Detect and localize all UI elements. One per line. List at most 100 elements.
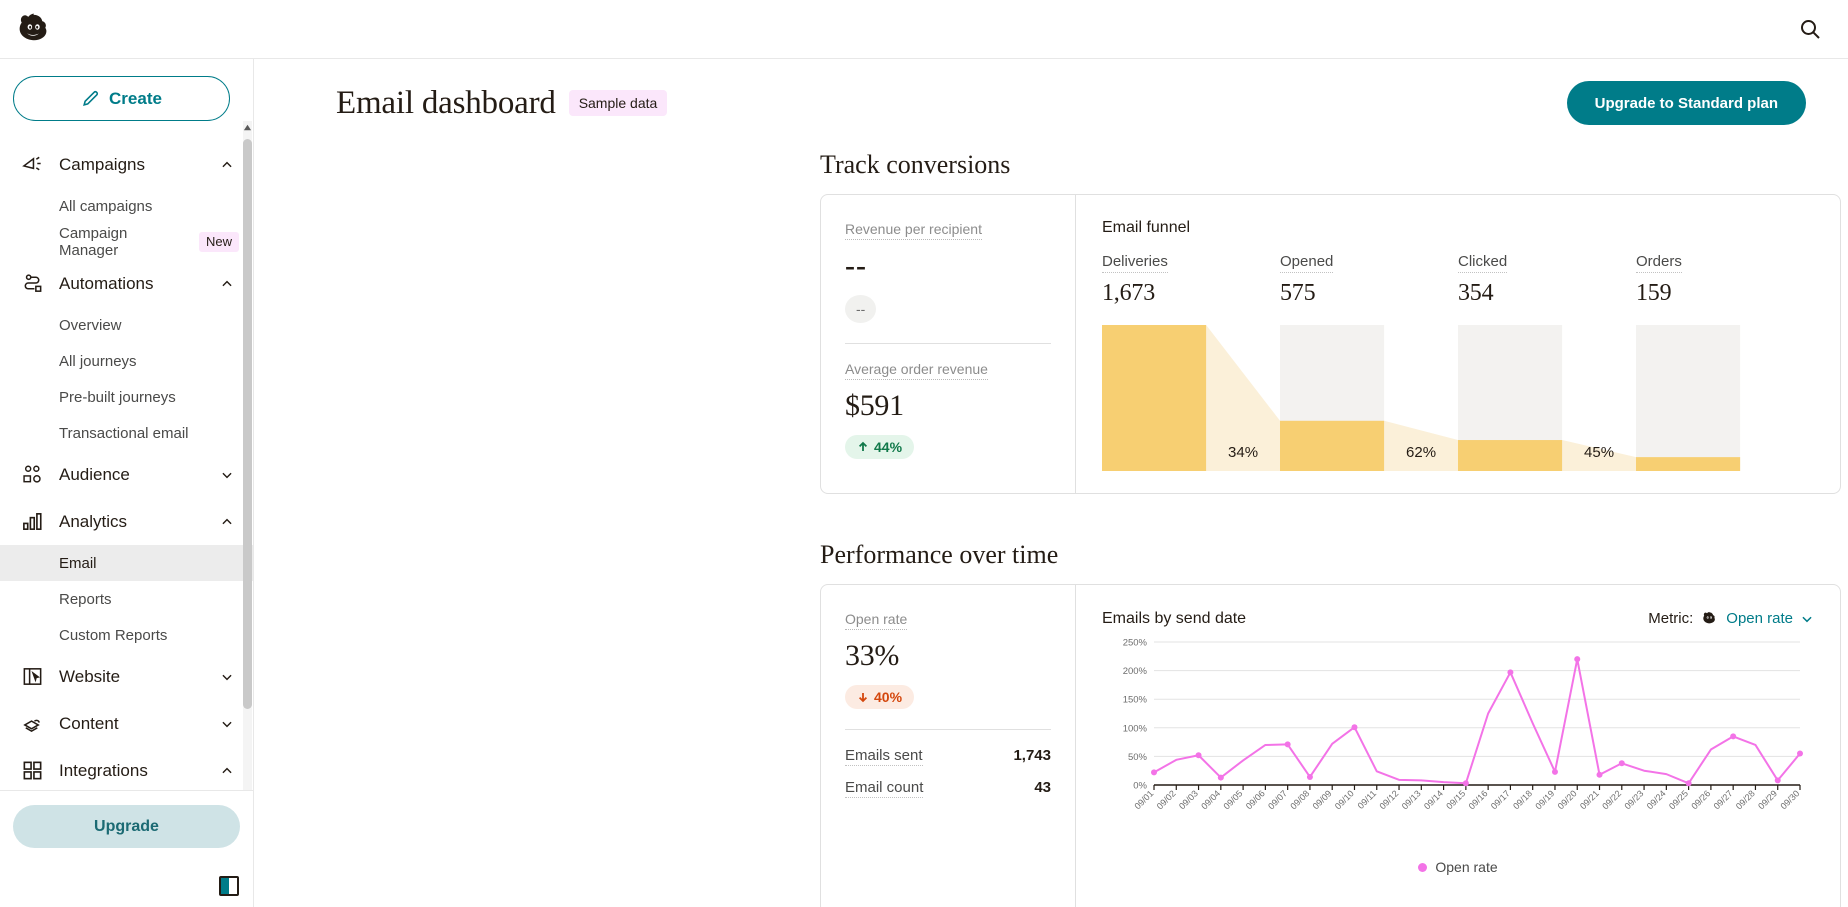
emails-by-send-date-title: Emails by send date — [1102, 609, 1247, 627]
chevron-up-icon — [222, 161, 232, 167]
sidebar-item-campaign-manager[interactable]: Campaign Manager New — [0, 224, 253, 260]
revenue-per-recipient-label: Revenue per recipient — [845, 221, 982, 240]
performance-card: Open rate 33% 40% Emails sent 1,743 Emai… — [820, 584, 1841, 907]
funnel-label-opened: Opened — [1280, 253, 1334, 273]
chevron-down-icon — [222, 472, 232, 478]
content-stack-icon — [20, 711, 45, 736]
average-order-revenue-label: Average order revenue — [845, 361, 988, 380]
sidebar: Create Campaigns All campaigns Campaign … — [0, 59, 254, 907]
sidebar-label-automations: Automations — [59, 273, 154, 293]
funnel-value-orders: 159 — [1636, 280, 1672, 306]
svg-text:09/01: 09/01 — [1132, 788, 1155, 811]
funnel-label-orders: Orders — [1636, 253, 1682, 273]
stat-value-email-count: 43 — [1034, 779, 1051, 796]
data-point — [1774, 777, 1781, 784]
sidebar-label-reports: Reports — [59, 590, 112, 608]
metric-value[interactable]: Open rate — [1726, 610, 1793, 627]
svg-text:09/13: 09/13 — [1400, 788, 1423, 811]
data-point — [1596, 771, 1603, 778]
metric-label: Metric: — [1648, 610, 1694, 627]
sidebar-item-analytics[interactable]: Analytics — [0, 498, 253, 545]
data-point — [1507, 669, 1514, 676]
stat-row-emails-sent: Emails sent 1,743 — [845, 747, 1051, 766]
sidebar-item-pre-built-journeys[interactable]: Pre-built journeys — [0, 379, 253, 415]
chevron-down-icon[interactable] — [1800, 612, 1814, 626]
nav-group-analytics: Analytics Email Reports Custom Reports — [0, 498, 253, 653]
sidebar-item-integrations[interactable]: Integrations — [0, 747, 253, 790]
funnel-value-deliveries: 1,673 — [1102, 280, 1156, 306]
funnel-percent-0: 34% — [1228, 444, 1259, 461]
sidebar-item-custom-reports[interactable]: Custom Reports — [0, 617, 253, 653]
email-funnel-panel: Email funnel Deliveries 1,673 Opened 575… — [1076, 195, 1840, 493]
sidebar-item-automations[interactable]: Automations — [0, 260, 253, 307]
sidebar-label-overview: Overview — [59, 316, 122, 334]
sidebar-item-all-campaigns[interactable]: All campaigns — [0, 188, 253, 224]
sidebar-upgrade-button[interactable]: Upgrade — [13, 805, 240, 848]
metrics-divider — [845, 343, 1051, 344]
data-point — [1217, 774, 1224, 781]
stat-value-emails-sent: 1,743 — [1013, 747, 1051, 764]
data-point — [1306, 773, 1313, 780]
svg-text:09/12: 09/12 — [1377, 788, 1400, 811]
funnel-col-clicked: Clicked 354 — [1458, 253, 1636, 307]
sidebar-item-content[interactable]: Content — [0, 700, 253, 747]
pencil-icon — [83, 90, 99, 106]
funnel-col-opened: Opened 575 — [1280, 253, 1458, 307]
sidebar-label-email: Email — [59, 554, 97, 572]
arrow-down-icon — [858, 693, 868, 703]
data-point — [1551, 768, 1558, 775]
panel-collapse-toggle[interactable] — [219, 876, 239, 896]
funnel-label-deliveries: Deliveries — [1102, 253, 1168, 273]
funnel-col-orders: Orders 159 — [1636, 253, 1814, 307]
mailchimp-logo[interactable] — [12, 7, 56, 51]
data-point — [1730, 733, 1737, 740]
chart-legend: Open rate — [1102, 859, 1814, 875]
funnel-column-headers: Deliveries 1,673 Opened 575 Clicked 354 … — [1102, 253, 1814, 307]
chevron-down-icon — [222, 721, 232, 727]
chevron-up-icon — [222, 518, 232, 524]
funnel-percent-2: 45% — [1584, 444, 1615, 461]
sidebar-label-audience: Audience — [59, 464, 130, 484]
sidebar-label-transactional-email: Transactional email — [59, 424, 189, 442]
track-conversions-card: Revenue per recipient -- -- Average orde… — [820, 194, 1841, 494]
sidebar-item-overview[interactable]: Overview — [0, 307, 253, 343]
upgrade-to-standard-plan-button[interactable]: Upgrade to Standard plan — [1566, 81, 1806, 125]
window-cursor-icon — [20, 664, 45, 689]
svg-text:09/29: 09/29 — [1756, 788, 1779, 811]
svg-text:09/03: 09/03 — [1177, 788, 1200, 811]
average-order-revenue-change-text: 44% — [874, 439, 903, 455]
scroll-up-arrow[interactable] — [243, 121, 252, 133]
open-rate-line — [1153, 658, 1801, 785]
sidebar-item-website[interactable]: Website — [0, 653, 253, 700]
svg-text:09/15: 09/15 — [1444, 788, 1467, 811]
search-button[interactable] — [1790, 9, 1830, 49]
svg-text:0%: 0% — [1133, 781, 1147, 792]
sidebar-item-campaigns[interactable]: Campaigns — [0, 141, 253, 188]
sidebar-item-email[interactable]: Email — [0, 545, 253, 581]
open-rate-change-text: 40% — [874, 689, 903, 705]
funnel-label-clicked: Clicked — [1458, 253, 1508, 273]
sidebar-item-all-journeys[interactable]: All journeys — [0, 343, 253, 379]
svg-text:09/24: 09/24 — [1645, 788, 1668, 811]
svg-text:09/11: 09/11 — [1356, 788, 1379, 811]
svg-text:09/23: 09/23 — [1622, 788, 1645, 811]
nav-group-integrations: Integrations — [0, 747, 253, 790]
emails-by-send-date-panel: Emails by send date Metric: Open rate 0%… — [1076, 585, 1840, 907]
svg-text:50%: 50% — [1128, 752, 1148, 763]
sidebar-item-reports[interactable]: Reports — [0, 581, 253, 617]
sidebar-scrollbar-thumb[interactable] — [243, 139, 252, 709]
sidebar-item-audience[interactable]: Audience — [0, 451, 253, 498]
sidebar-item-transactional-email[interactable]: Transactional email — [0, 415, 253, 451]
create-button[interactable]: Create — [13, 76, 230, 121]
sidebar-label-integrations: Integrations — [59, 760, 148, 780]
performance-divider — [845, 729, 1051, 730]
metric-selector[interactable]: Metric: Open rate — [1648, 609, 1814, 628]
funnel-col-deliveries: Deliveries 1,673 — [1102, 253, 1280, 307]
svg-text:09/19: 09/19 — [1533, 788, 1556, 811]
svg-text:09/06: 09/06 — [1244, 788, 1267, 811]
data-point — [1195, 752, 1202, 759]
sidebar-label-campaign-manager: Campaign Manager — [59, 225, 128, 259]
sidebar-label-content: Content — [59, 713, 119, 733]
svg-text:09/14: 09/14 — [1422, 788, 1445, 811]
chevron-up-icon — [222, 280, 232, 286]
